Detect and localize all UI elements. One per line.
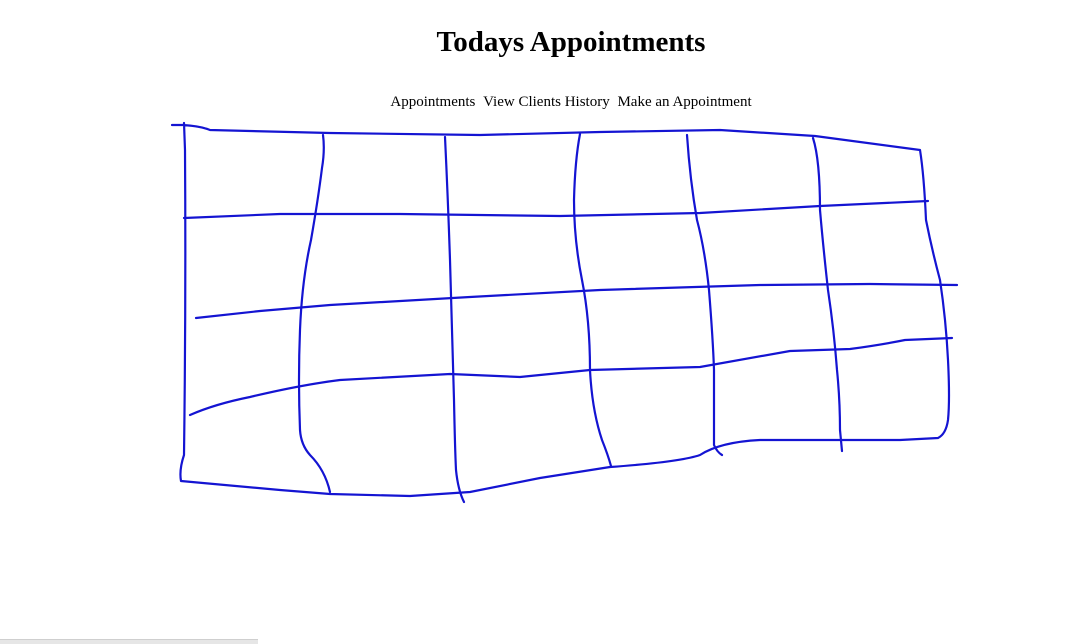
nav-link-view-clients-history[interactable]: View Clients History [483, 94, 610, 110]
nav-link-appointments[interactable]: Appointments [390, 94, 475, 110]
grid-column-line [572, 132, 613, 468]
page-title: Todays Appointments [436, 26, 706, 58]
grid-row-line [194, 282, 959, 320]
grid-column-line [685, 133, 724, 457]
grid-column-line [443, 135, 466, 504]
grid-row-line [188, 336, 954, 417]
grid-column-line [297, 133, 332, 494]
nav-bar: Appointments View Clients History Make a… [0, 93, 1066, 111]
nav-link-make-appointment[interactable]: Make an Appointment [617, 94, 751, 110]
grid-outline [170, 121, 951, 498]
grid-row-line [182, 199, 930, 220]
grid-column-line [811, 136, 844, 453]
horizontal-scrollbar[interactable] [0, 639, 258, 644]
